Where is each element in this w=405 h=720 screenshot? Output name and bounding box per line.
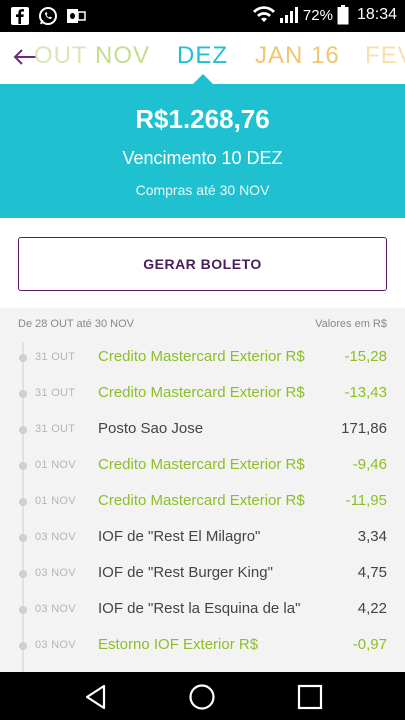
- recents-square-icon[interactable]: [296, 683, 324, 711]
- transaction-description: IOF de "Rest la Esquina de la": [98, 600, 301, 617]
- timeline-dot: [19, 642, 27, 650]
- whatsapp-icon: [39, 7, 57, 25]
- battery-icon: [337, 5, 349, 25]
- month-tab-nov[interactable]: NOV: [95, 42, 150, 70]
- timeline-dot: [19, 390, 27, 398]
- transaction-value: 4,22: [357, 600, 387, 617]
- transaction-value: -11,95: [345, 492, 387, 509]
- transaction-description: Posto Sao Jose: [98, 420, 204, 437]
- transaction-row[interactable]: 01 NOV Credito Mastercard Exterior R$ -11,…: [0, 484, 405, 520]
- transaction-value: 3,34: [357, 528, 387, 545]
- battery-percent: 72%: [302, 6, 333, 24]
- transaction-value: 4,75: [357, 564, 387, 581]
- transaction-row[interactable]: 01 NOV Credito Mastercard Exterior R$ -9,4…: [0, 448, 405, 484]
- transaction-date: 03 NOV: [35, 567, 76, 579]
- transaction-description: Estorno IOF Exterior R$: [98, 636, 259, 653]
- transaction-value: 171,86: [341, 420, 387, 437]
- timeline-dot: [19, 534, 27, 542]
- transaction-value: -13,43: [344, 384, 387, 401]
- navigation-bar: [0, 672, 405, 720]
- clock: 18:34: [356, 6, 397, 23]
- outlook-icon: [67, 9, 86, 23]
- bill-summary: R$1.268,76 Vencimento 10 DEZ Compras até…: [0, 84, 405, 218]
- gerar-boleto-button[interactable]: GERAR BOLETO: [18, 237, 387, 291]
- transaction-date: 03 NOV: [35, 531, 76, 543]
- transaction-date: 31 OUT: [35, 423, 76, 435]
- due-date: Vencimento 10 DEZ: [122, 148, 283, 168]
- boleto-section: GERAR BOLETO: [0, 218, 405, 308]
- timeline-dot: [19, 570, 27, 578]
- month-tab-out[interactable]: OUT: [34, 42, 88, 70]
- transaction-row[interactable]: 03 NOV Estorno IOF Exterior R$ -0,97: [0, 628, 405, 664]
- timeline-dot: [19, 354, 27, 362]
- status-bar: 72% 18:34: [0, 0, 405, 32]
- bill-amount: R$1.268,76: [135, 104, 270, 134]
- transaction-row[interactable]: 03 NOV IOF de "Rest El Milagro" 3,34: [0, 520, 405, 556]
- transaction-date: 03 NOV: [35, 639, 76, 651]
- transaction-date: 01 NOV: [35, 459, 76, 471]
- timeline-dot: [19, 498, 27, 506]
- transaction-description: Credito Mastercard Exterior R$: [98, 384, 305, 401]
- date-range: De 28 OUT até 30 NOV: [18, 318, 134, 330]
- transaction-value: -9,46: [352, 456, 387, 473]
- wifi-icon: [252, 6, 275, 22]
- transaction-row[interactable]: 03 NOV IOF de "Rest Burger King" 4,75: [0, 556, 405, 592]
- selected-month-pointer: [193, 74, 213, 84]
- transaction-value: -15,28: [344, 348, 387, 365]
- timeline-dot: [19, 462, 27, 470]
- transaction-description: IOF de "Rest El Milagro": [98, 528, 261, 545]
- transaction-date: 03 NOV: [35, 603, 76, 615]
- month-tab-fev[interactable]: FEV: [365, 42, 405, 70]
- transaction-value: -0,97: [352, 636, 387, 653]
- purchases-until: Compras até 30 NOV: [135, 182, 270, 198]
- transaction-row[interactable]: 31 OUT Credito Mastercard Exterior R$ -13,…: [0, 376, 405, 412]
- transaction-description: Credito Mastercard Exterior R$: [98, 492, 305, 509]
- transaction-row[interactable]: 31 OUT Credito Mastercard Exterior R$ -15,…: [0, 340, 405, 376]
- transaction-description: IOF de "Rest Burger King": [98, 564, 273, 581]
- home-circle-icon[interactable]: [188, 683, 216, 711]
- transaction-date: 01 NOV: [35, 495, 76, 507]
- transaction-description: Credito Mastercard Exterior R$: [98, 348, 305, 365]
- list-header: De 28 OUT até 30 NOV Valores em R$: [18, 318, 387, 334]
- currency-note: Valores em R$: [315, 318, 387, 330]
- timeline-dot: [19, 426, 27, 434]
- month-tab-dez[interactable]: DEZ: [177, 42, 228, 70]
- system-status: 72% 18:34: [252, 5, 397, 25]
- signal-icon: [279, 7, 298, 23]
- timeline-dot: [19, 606, 27, 614]
- facebook-icon: [11, 7, 29, 25]
- transaction-date: 31 OUT: [35, 387, 76, 399]
- transaction-date: 31 OUT: [35, 351, 76, 363]
- back-triangle-icon[interactable]: [82, 683, 110, 711]
- transaction-row[interactable]: 31 OUT Posto Sao Jose 171,86: [0, 412, 405, 448]
- transaction-row[interactable]: 03 NOV IOF de "Rest la Esquina de la" 4,22: [0, 592, 405, 628]
- notification-icons: [10, 6, 86, 26]
- month-tab-jan[interactable]: JAN 16: [255, 42, 340, 70]
- transaction-description: Credito Mastercard Exterior R$: [98, 456, 305, 473]
